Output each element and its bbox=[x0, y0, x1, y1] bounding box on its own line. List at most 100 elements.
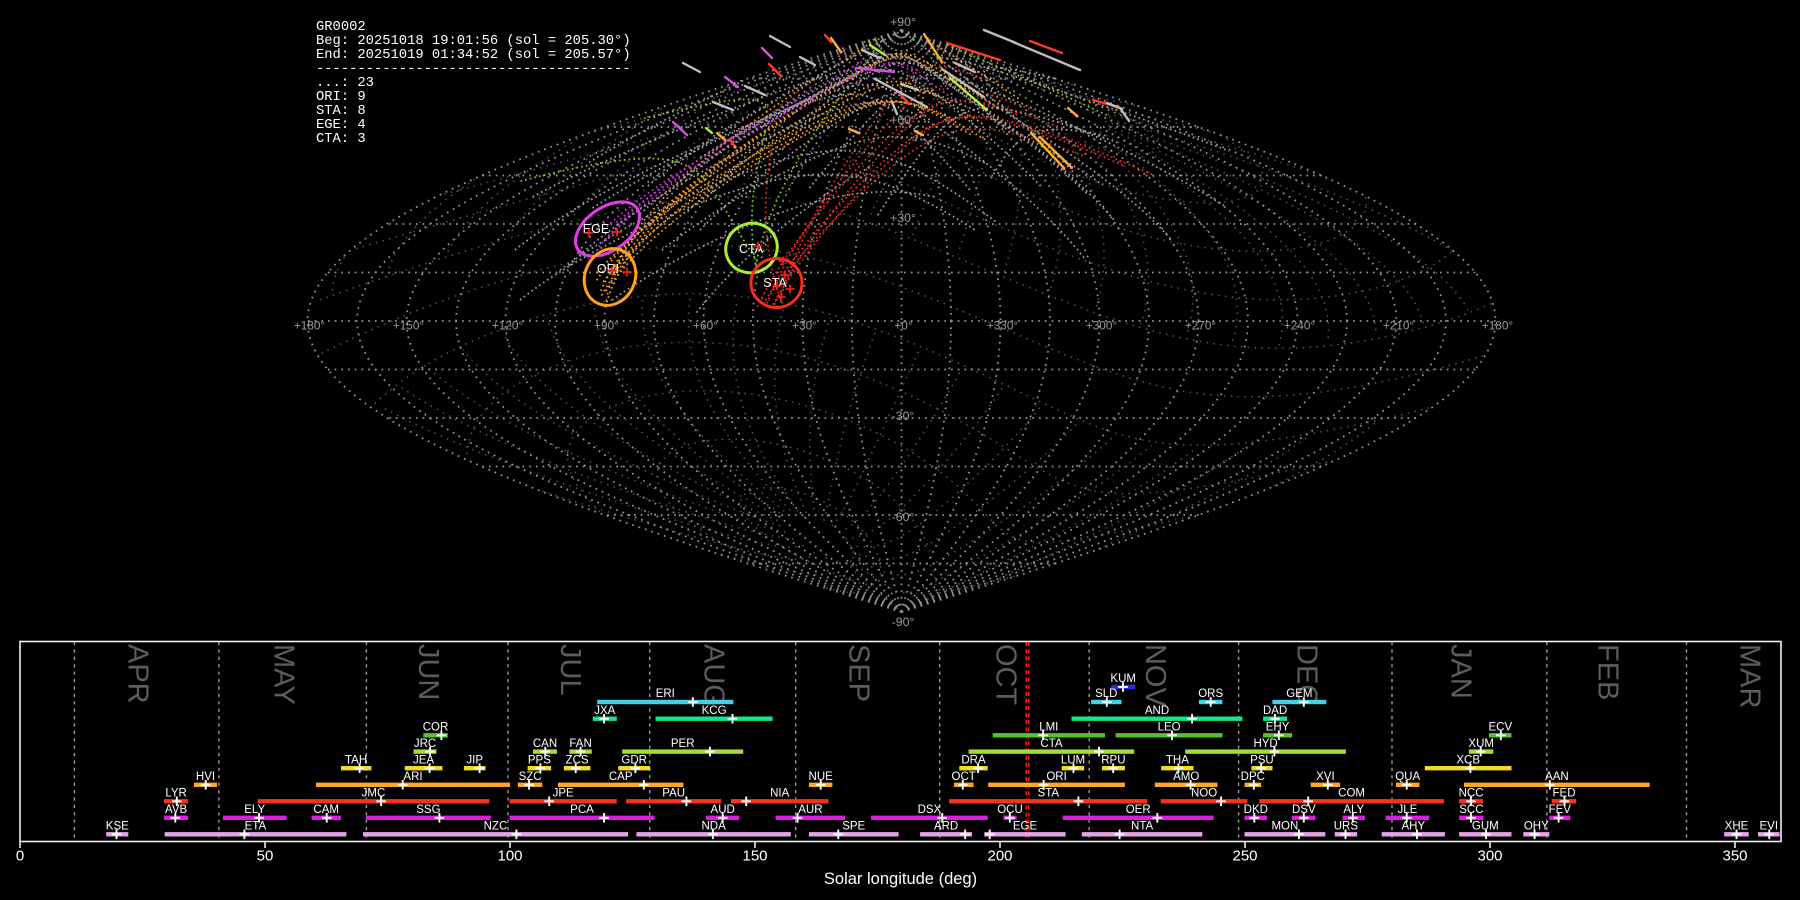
svg-text:KSE: KSE bbox=[106, 821, 129, 833]
svg-text:MAY: MAY bbox=[268, 644, 300, 705]
svg-text:JUL: JUL bbox=[554, 644, 586, 696]
svg-text:XCB: XCB bbox=[1456, 754, 1480, 766]
svg-text:ORI: ORI bbox=[597, 262, 619, 276]
svg-text:AAN: AAN bbox=[1545, 771, 1569, 783]
svg-text:200: 200 bbox=[987, 848, 1012, 865]
svg-text:LEO: LEO bbox=[1158, 722, 1181, 734]
svg-text:AUR: AUR bbox=[798, 804, 822, 816]
svg-text:FEV: FEV bbox=[1549, 804, 1572, 816]
svg-text:+180°: +180° bbox=[1482, 319, 1514, 333]
svg-text:GR0002: GR0002 bbox=[316, 20, 366, 35]
svg-text:AHY: AHY bbox=[1401, 821, 1425, 833]
svg-text:+30°: +30° bbox=[792, 319, 817, 333]
svg-text:+150°: +150° bbox=[393, 319, 425, 333]
svg-text:+180°: +180° bbox=[294, 319, 326, 333]
svg-text:NOV: NOV bbox=[1139, 644, 1171, 708]
svg-text:PER: PER bbox=[671, 738, 695, 750]
svg-text:XVI: XVI bbox=[1316, 771, 1335, 783]
svg-text:PCA: PCA bbox=[570, 804, 594, 816]
svg-text:CAP: CAP bbox=[609, 771, 633, 783]
svg-text:DSX: DSX bbox=[918, 804, 942, 816]
svg-text:EGE: EGE bbox=[583, 222, 609, 236]
svg-text:JAN: JAN bbox=[1444, 644, 1476, 699]
svg-text:STA: 8: STA: 8 bbox=[316, 104, 366, 119]
svg-text:AND: AND bbox=[1145, 705, 1169, 717]
svg-text:KCG: KCG bbox=[702, 705, 727, 717]
svg-text:+60°: +60° bbox=[693, 319, 718, 333]
svg-text:AMO: AMO bbox=[1173, 771, 1199, 783]
svg-text:TAH: TAH bbox=[345, 754, 367, 766]
svg-text:MAR: MAR bbox=[1733, 644, 1765, 708]
svg-text:+30°: +30° bbox=[890, 211, 916, 225]
svg-text:-60°: -60° bbox=[892, 510, 915, 524]
svg-text:JEA: JEA bbox=[413, 754, 434, 766]
svg-text:FEB: FEB bbox=[1592, 644, 1624, 700]
svg-text:+270°: +270° bbox=[1185, 319, 1217, 333]
svg-text:------------------------------: -------------------------------------- bbox=[316, 62, 631, 77]
svg-text:...: 23: ...: 23 bbox=[316, 76, 374, 91]
svg-text:STA: STA bbox=[763, 276, 787, 290]
svg-text:-30°: -30° bbox=[892, 409, 915, 423]
svg-text:AUG: AUG bbox=[698, 644, 730, 707]
svg-text:SZC: SZC bbox=[519, 771, 542, 783]
svg-text:COM: COM bbox=[1338, 788, 1365, 800]
svg-text:MON: MON bbox=[1271, 821, 1298, 833]
svg-text:JRC: JRC bbox=[414, 738, 436, 750]
svg-text:OER: OER bbox=[1126, 804, 1151, 816]
svg-text:ALY: ALY bbox=[1343, 804, 1364, 816]
svg-text:PAU: PAU bbox=[662, 788, 685, 800]
svg-text:+0°: +0° bbox=[894, 319, 912, 333]
svg-text:ZCS: ZCS bbox=[566, 754, 589, 766]
svg-text:350: 350 bbox=[1722, 848, 1747, 865]
svg-text:DRA: DRA bbox=[961, 754, 986, 766]
svg-text:+240°: +240° bbox=[1284, 319, 1316, 333]
svg-text:APR: APR bbox=[122, 644, 154, 704]
svg-text:+210°: +210° bbox=[1383, 319, 1415, 333]
svg-text:ETA: ETA bbox=[245, 821, 267, 833]
svg-text:100: 100 bbox=[497, 848, 522, 865]
svg-text:STA: STA bbox=[1038, 788, 1060, 800]
svg-text:DKD: DKD bbox=[1244, 804, 1268, 816]
svg-text:NZC: NZC bbox=[484, 821, 508, 833]
svg-text:JIP: JIP bbox=[466, 754, 483, 766]
svg-text:COR: COR bbox=[423, 722, 449, 734]
svg-text:JPE: JPE bbox=[553, 788, 574, 800]
svg-text:EGE: EGE bbox=[1013, 821, 1038, 833]
svg-text:NIA: NIA bbox=[770, 788, 790, 800]
svg-text:ARI: ARI bbox=[403, 771, 422, 783]
svg-text:50: 50 bbox=[257, 848, 274, 865]
svg-text:+330°: +330° bbox=[987, 319, 1019, 333]
svg-text:+120°: +120° bbox=[492, 319, 524, 333]
svg-text:ORI: ORI bbox=[1046, 771, 1066, 783]
svg-text:SEP: SEP bbox=[843, 644, 875, 702]
svg-text:SSG: SSG bbox=[416, 804, 440, 816]
svg-text:0: 0 bbox=[16, 848, 24, 865]
svg-text:EHY: EHY bbox=[1266, 722, 1290, 734]
svg-text:LMI: LMI bbox=[1039, 722, 1058, 734]
svg-text:OCT: OCT bbox=[990, 644, 1022, 706]
svg-text:JUN: JUN bbox=[412, 644, 444, 700]
svg-text:GEM: GEM bbox=[1286, 688, 1312, 700]
svg-text:SPE: SPE bbox=[842, 821, 865, 833]
svg-text:+60°: +60° bbox=[890, 113, 916, 127]
svg-text:CTA: 3: CTA: 3 bbox=[316, 132, 366, 147]
svg-text:NOO: NOO bbox=[1191, 788, 1217, 800]
svg-text:+300°: +300° bbox=[1086, 319, 1118, 333]
svg-text:ORI: 9: ORI: 9 bbox=[316, 90, 366, 105]
svg-text:150: 150 bbox=[742, 848, 767, 865]
svg-text:250: 250 bbox=[1232, 848, 1257, 865]
svg-text:End: 20251019 01:34:52 (sol =: End: 20251019 01:34:52 (sol = 205.57°) bbox=[316, 47, 631, 63]
svg-text:EGE: 4: EGE: 4 bbox=[316, 118, 366, 133]
svg-text:ARD: ARD bbox=[934, 821, 958, 833]
svg-text:NTA: NTA bbox=[1131, 821, 1153, 833]
svg-text:QUA: QUA bbox=[1395, 771, 1420, 783]
svg-text:-90°: -90° bbox=[892, 615, 915, 629]
svg-text:ERI: ERI bbox=[656, 688, 675, 700]
svg-text:CTA: CTA bbox=[739, 242, 764, 256]
svg-text:GDR: GDR bbox=[621, 754, 647, 766]
svg-text:+90°: +90° bbox=[890, 15, 916, 29]
svg-text:Beg: 20251018 19:01:56 (sol =: Beg: 20251018 19:01:56 (sol = 205.30°) bbox=[316, 33, 631, 49]
svg-text:+90°: +90° bbox=[594, 319, 619, 333]
svg-text:ELY: ELY bbox=[244, 804, 265, 816]
svg-text:300: 300 bbox=[1477, 848, 1502, 865]
